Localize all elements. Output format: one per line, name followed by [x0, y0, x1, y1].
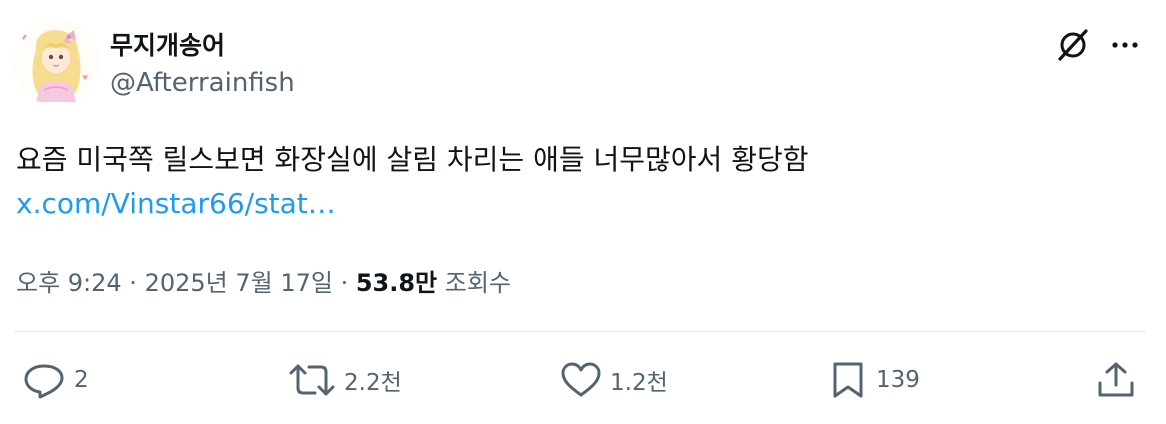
share-icon [1098, 362, 1134, 397]
reply-count: 2 [74, 367, 89, 393]
svg-text:♥: ♥ [20, 33, 27, 42]
reply-button[interactable]: 2 [22, 360, 89, 400]
tweet-meta: 오후 9:24 · 2025년 7월 17일 · 53.8만 조회수 [16, 263, 511, 298]
tweet-text: 요즘 미국쪽 릴스보면 화장실에 살림 차리는 애들 너무많아서 황당함 [16, 143, 809, 176]
reply-icon [24, 364, 64, 399]
views-count: 53.8만 [355, 269, 438, 297]
like-count: 1.2천 [610, 370, 668, 396]
svg-text:♥: ♥ [82, 74, 88, 82]
tweet-link[interactable]: x.com/Vinstar66/stat… [16, 187, 336, 220]
share-button[interactable] [1096, 360, 1136, 400]
retweet-button[interactable]: 2.2천 [288, 360, 402, 400]
bookmark-icon [833, 362, 863, 398]
author-avatar[interactable]: ♥ ♥ [14, 20, 100, 106]
retweet-icon [289, 364, 335, 396]
author-display-name[interactable]: 무지개송어 [110, 26, 225, 62]
like-icon [561, 362, 601, 397]
more-icon[interactable] [1106, 26, 1144, 64]
retweet-count: 2.2천 [344, 370, 402, 396]
grok-icon[interactable] [1054, 26, 1092, 64]
bookmark-count: 139 [876, 367, 920, 393]
author-handle[interactable]: @Afterrainfish [110, 68, 295, 98]
tweet-timestamp[interactable]: 오후 9:24 · 2025년 7월 17일 · [16, 269, 356, 297]
like-button[interactable]: 1.2천 [560, 360, 668, 400]
bookmark-button[interactable]: 139 [828, 360, 920, 400]
divider [14, 331, 1146, 332]
views-label: 조회수 [437, 269, 512, 297]
